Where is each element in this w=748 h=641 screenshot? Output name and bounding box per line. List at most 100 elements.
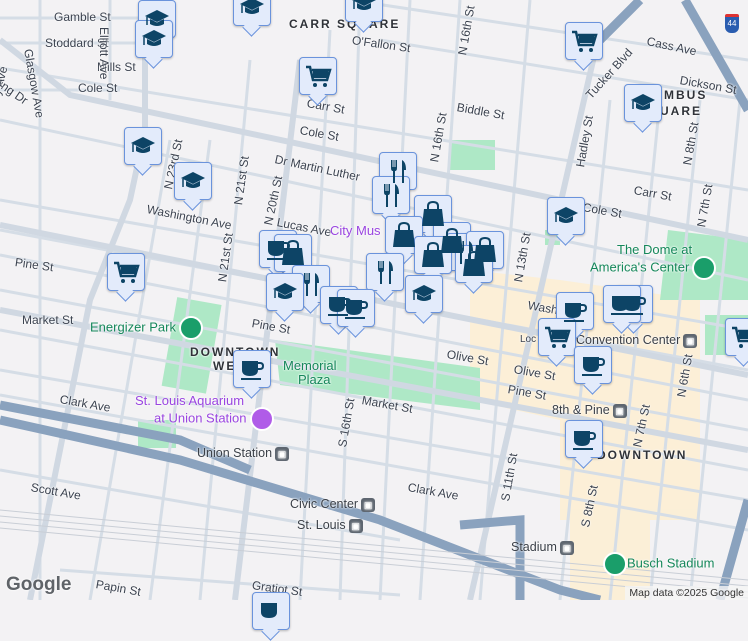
coffee-cup-icon (573, 431, 597, 450)
shopping-bag-icon (463, 250, 485, 276)
train-icon: ▣ (361, 497, 376, 512)
school-marker[interactable] (174, 162, 212, 200)
fork-knife-icon (384, 184, 399, 207)
shopping-marker[interactable] (385, 216, 423, 254)
coffee-cup-icon (582, 357, 606, 376)
graduation-cap-icon (412, 285, 436, 301)
street-label: Cole St (78, 81, 118, 95)
restaurant-marker[interactable] (366, 253, 404, 291)
transit-label: St. Louis (297, 518, 346, 532)
grocery-marker[interactable] (538, 318, 576, 356)
stadium-pin-icon (603, 552, 627, 576)
poi-aquarium-label: at Union Station (154, 410, 247, 426)
train-icon: ▣ (559, 540, 574, 555)
transit-label: Civic Center (290, 497, 359, 511)
graduation-cap-icon (352, 0, 376, 10)
shopping-cart-icon (732, 326, 748, 348)
shopping-cart-icon (545, 326, 571, 348)
cafe-marker[interactable] (603, 285, 641, 323)
poi-energizer-park[interactable]: Energizer Park (90, 316, 203, 340)
transit-st-louis[interactable]: St. Louis ▣ (297, 518, 363, 533)
graduation-cap-icon (240, 0, 264, 14)
train-icon: ▣ (612, 403, 627, 418)
shopping-marker[interactable] (414, 236, 452, 274)
neighborhood-downtown: DOWNTOWN (597, 448, 688, 462)
school-marker[interactable] (124, 127, 162, 165)
transit-label: 8th & Pine (552, 403, 610, 417)
school-marker[interactable] (547, 197, 585, 235)
transit-union-station[interactable]: Union Station ▣ (197, 446, 290, 461)
cafe-marker[interactable] (233, 350, 271, 388)
transit-8th-pine[interactable]: 8th & Pine ▣ (552, 403, 627, 418)
school-marker[interactable] (624, 84, 662, 122)
poi-memorial-plaza[interactable]: Memorial (283, 358, 336, 373)
school-marker[interactable] (266, 273, 304, 311)
school-marker[interactable] (405, 275, 443, 313)
google-logo: Google (6, 574, 72, 595)
shopping-marker[interactable] (274, 234, 312, 272)
cafe-marker[interactable] (574, 346, 612, 384)
shopping-bag-icon (422, 200, 444, 226)
neighborhood-columbus-square: MBUS (664, 88, 708, 102)
shopping-bag-icon (282, 239, 304, 265)
cafe-marker[interactable] (565, 420, 603, 458)
poi-city-museum[interactable]: City Mus (330, 223, 381, 238)
graduation-cap-icon (631, 94, 655, 110)
poi-memorial-plaza[interactable]: Plaza (298, 372, 331, 387)
shopping-marker[interactable] (455, 245, 493, 283)
street-label: Loc (520, 334, 537, 345)
school-marker[interactable] (233, 0, 271, 26)
cafe-marker[interactable] (337, 289, 375, 327)
train-icon: ▣ (348, 518, 363, 533)
fork-knife-icon (378, 261, 393, 284)
poi-busch-label: Busch Stadium (627, 555, 715, 571)
poi-dome[interactable]: The Dome at (617, 242, 692, 257)
coffee-cup-icon (345, 300, 369, 319)
stadium-pin-icon (178, 316, 203, 340)
coffee-cup-icon (611, 296, 635, 315)
transit-stadium[interactable]: Stadium ▣ (511, 540, 574, 555)
graduation-cap-icon (181, 172, 205, 188)
cafe-marker[interactable] (252, 592, 290, 630)
grocery-marker[interactable] (299, 57, 337, 95)
map-attribution[interactable]: Map data ©2025 Google (625, 586, 748, 600)
street-label: Market St (22, 313, 74, 327)
train-icon: ▣ (275, 446, 290, 461)
graduation-cap-icon (554, 207, 578, 223)
transit-label: Convention Center (576, 333, 681, 347)
restaurant-marker[interactable] (372, 176, 410, 214)
poi-aquarium[interactable]: at Union Station (154, 407, 274, 431)
shopping-cart-icon (572, 30, 598, 52)
street-label: Elliott Ave (97, 27, 111, 80)
shopping-bag-icon (422, 241, 444, 267)
poi-busch-stadium[interactable]: Busch Stadium (600, 552, 714, 576)
shopping-cart-icon (306, 65, 332, 87)
dolphin-pin-icon (249, 407, 274, 431)
interstate-shield-icon: 44 (725, 14, 739, 33)
shopping-bag-icon (393, 221, 415, 247)
grocery-marker[interactable] (565, 22, 603, 60)
train-icon: ▣ (683, 333, 698, 348)
transit-label: Stadium (511, 540, 557, 554)
graduation-cap-icon (273, 283, 297, 299)
stadium-pin-icon (692, 256, 717, 280)
poi-dome-label: America's Center (590, 259, 690, 275)
poi-energizer-label: Energizer Park (90, 319, 176, 335)
shopping-cart-icon (114, 261, 140, 283)
poi-dome[interactable]: America's Center (590, 256, 717, 280)
school-marker[interactable] (135, 20, 173, 58)
grocery-marker[interactable] (107, 253, 145, 291)
coffee-cup-icon (241, 361, 265, 380)
graduation-cap-icon (131, 137, 155, 153)
grocery-marker[interactable] (725, 318, 748, 356)
graduation-cap-icon (142, 30, 166, 46)
school-marker[interactable] (345, 0, 383, 22)
street-label: Gamble St (54, 10, 111, 24)
coffee-cup-icon (564, 303, 588, 322)
poi-aquarium[interactable]: St. Louis Aquarium (135, 393, 244, 408)
coffee-cup-icon (261, 603, 277, 618)
fork-knife-icon (304, 273, 319, 296)
neighborhood-columbus-square: UARE (660, 104, 703, 118)
transit-label: Union Station (197, 446, 273, 460)
transit-civic-center[interactable]: Civic Center ▣ (290, 497, 376, 512)
